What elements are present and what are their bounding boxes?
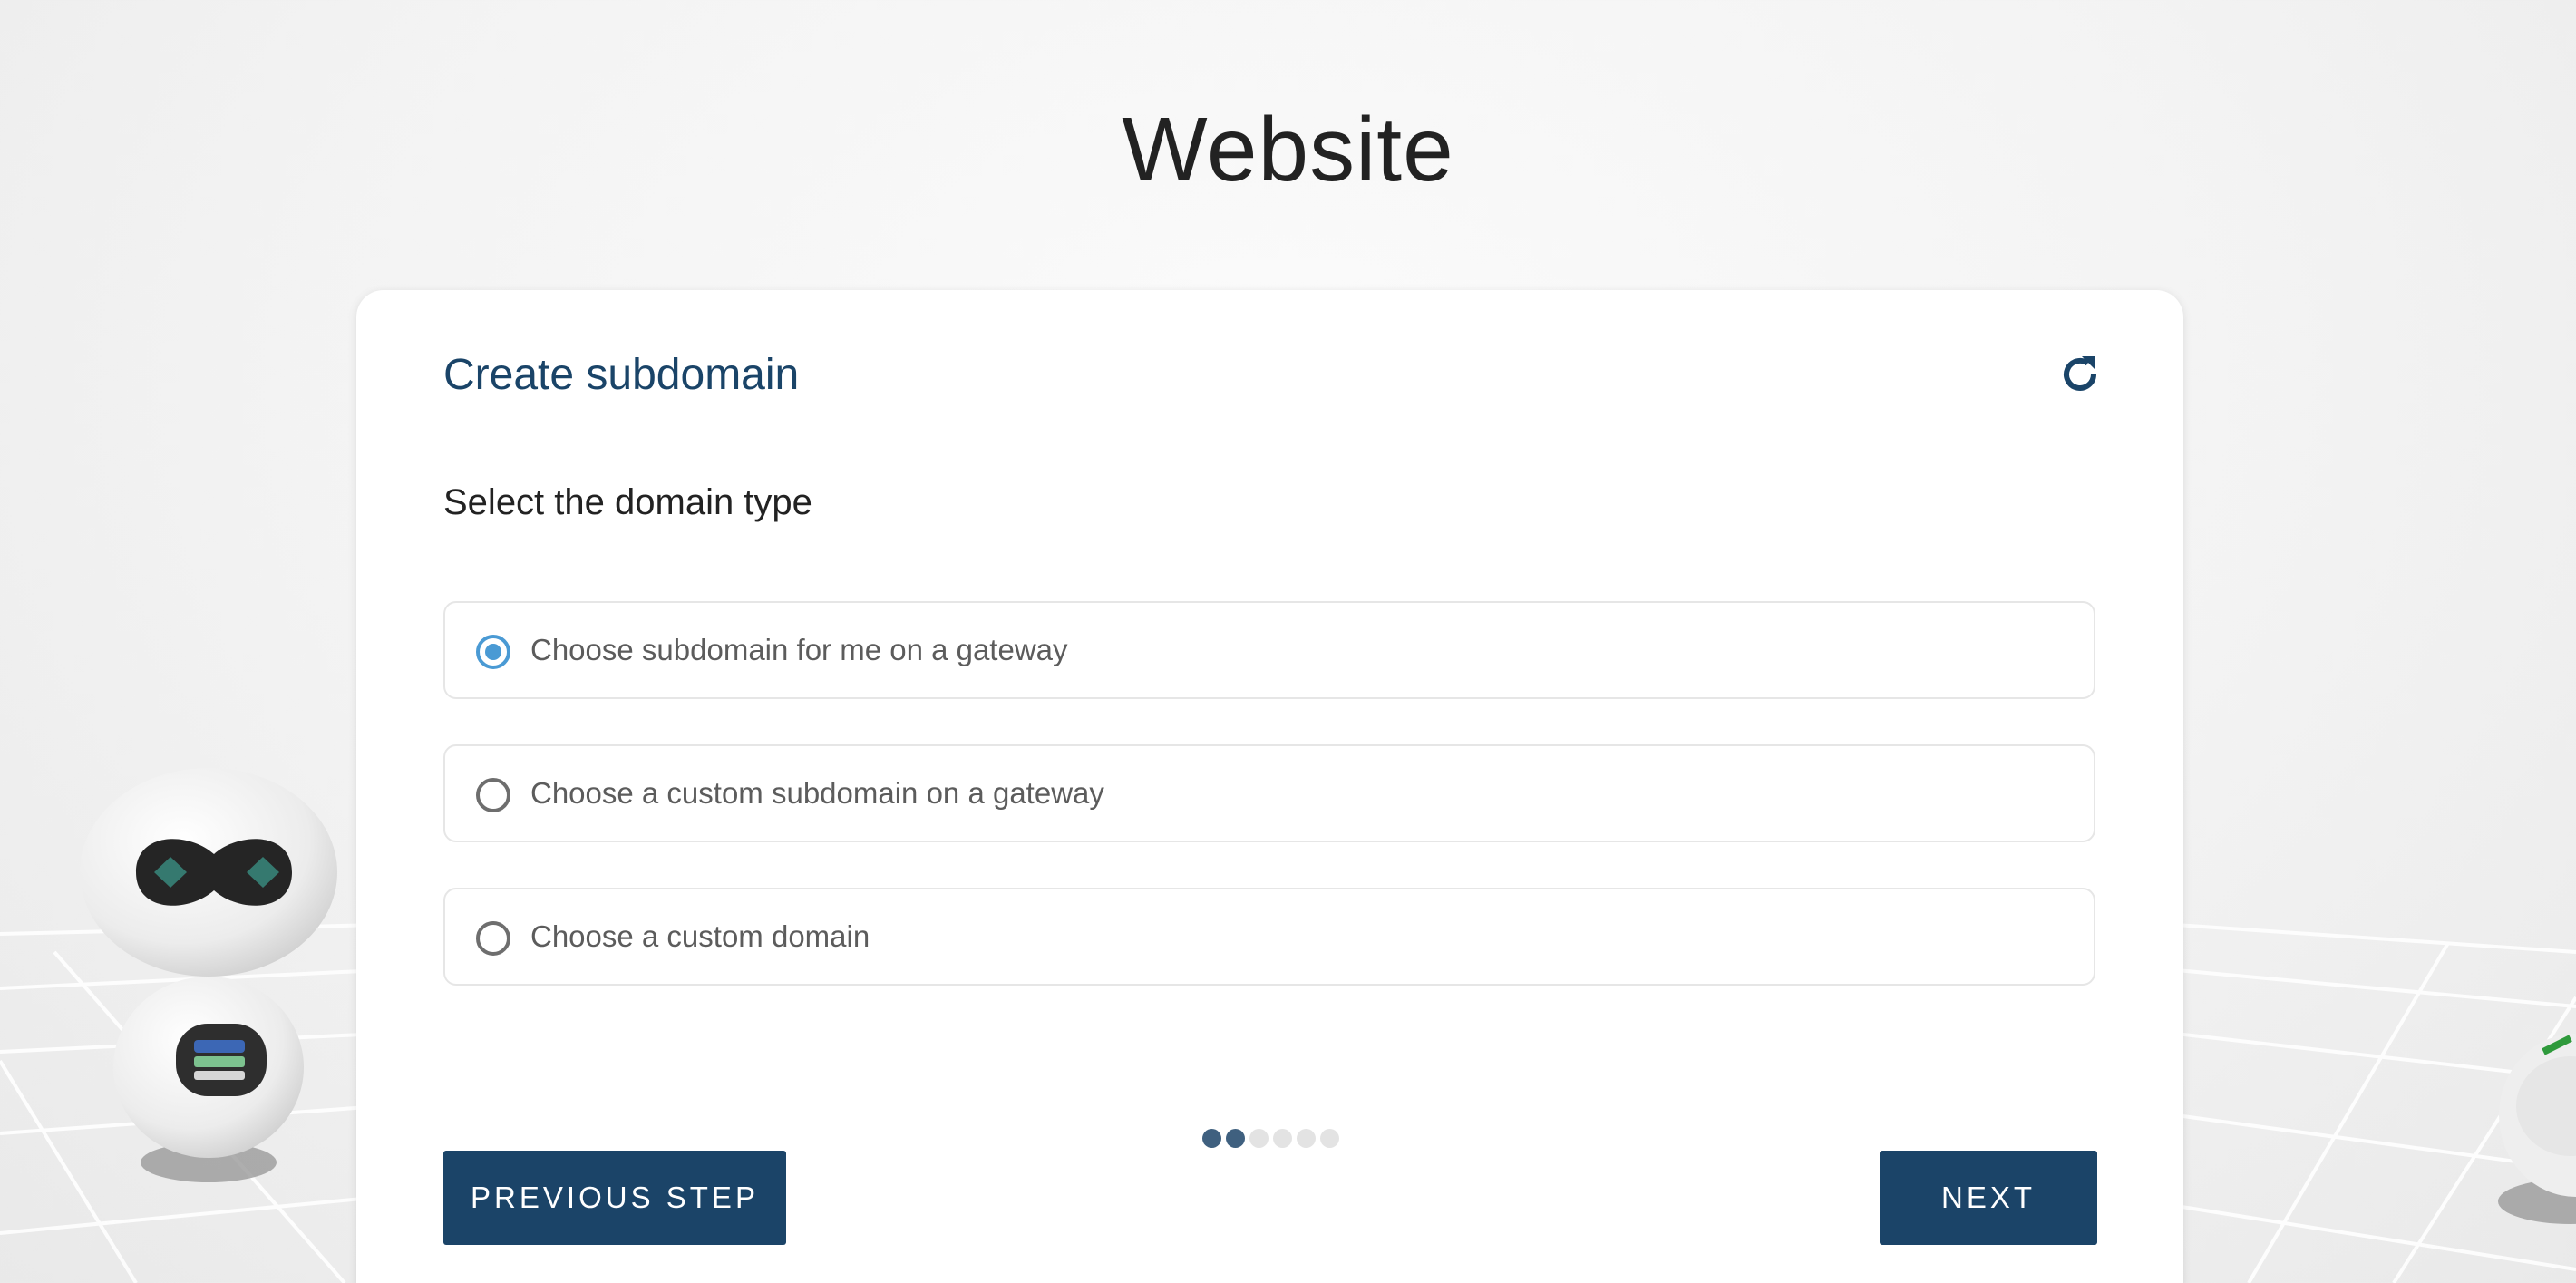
domain-type-heading: Select the domain type (443, 482, 812, 522)
option-custom-subdomain[interactable]: Choose a custom subdomain on a gateway (443, 744, 2095, 842)
option-label: Choose a custom subdomain on a gateway (530, 776, 1104, 810)
step-indicator (1202, 1129, 1339, 1149)
robot-mascot (80, 768, 343, 1194)
next-button[interactable]: NEXT (1880, 1151, 2097, 1245)
previous-step-button[interactable]: PREVIOUS STEP (443, 1151, 786, 1245)
step-dot (1320, 1129, 1339, 1148)
radio-selected-icon[interactable] (476, 635, 510, 669)
step-dot (1273, 1129, 1292, 1148)
page-title: Website (1122, 99, 1454, 200)
robot-mascot-partial (2489, 1034, 2576, 1233)
card-title: Create subdomain (443, 351, 800, 399)
radio-icon[interactable] (476, 778, 510, 812)
radio-icon[interactable] (476, 921, 510, 956)
step-dot (1226, 1129, 1245, 1148)
create-subdomain-card: Create subdomain Select the domain type … (356, 290, 2183, 1283)
step-dot (1202, 1129, 1221, 1148)
option-label: Choose subdomain for me on a gateway (530, 633, 1068, 666)
step-dot (1297, 1129, 1316, 1148)
refresh-icon[interactable] (2057, 352, 2103, 397)
option-custom-domain[interactable]: Choose a custom domain (443, 888, 2095, 986)
option-auto-subdomain[interactable]: Choose subdomain for me on a gateway (443, 601, 2095, 699)
step-dot (1249, 1129, 1269, 1148)
option-label: Choose a custom domain (530, 919, 870, 953)
